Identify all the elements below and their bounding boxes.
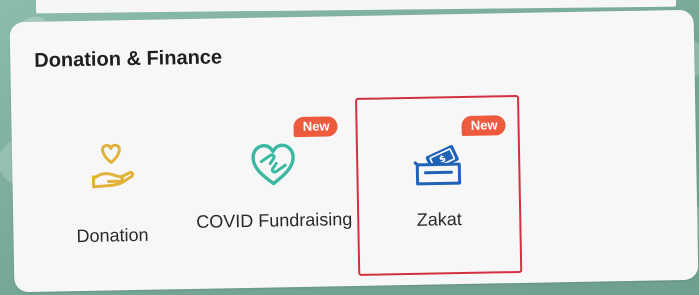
section-title: Donation & Finance — [34, 46, 223, 72]
tile-covid-fundraising[interactable]: New COVID Fundraising — [193, 98, 354, 275]
heart-hands-icon — [246, 139, 301, 190]
cash-envelope-icon: $ — [411, 138, 466, 189]
new-badge: New — [293, 116, 338, 138]
tile-label: Donation — [76, 224, 149, 247]
tile-zakat[interactable]: New $ Zakat — [355, 94, 523, 276]
donation-finance-card: Donation & Finance Donation New COVID Fu… — [9, 9, 699, 293]
tile-label: Zakat — [416, 209, 462, 230]
hand-heart-icon — [84, 142, 139, 193]
tile-donation[interactable]: Donation — [31, 101, 192, 278]
new-badge: New — [461, 115, 506, 137]
tile-label: COVID Fundraising — [196, 209, 353, 232]
